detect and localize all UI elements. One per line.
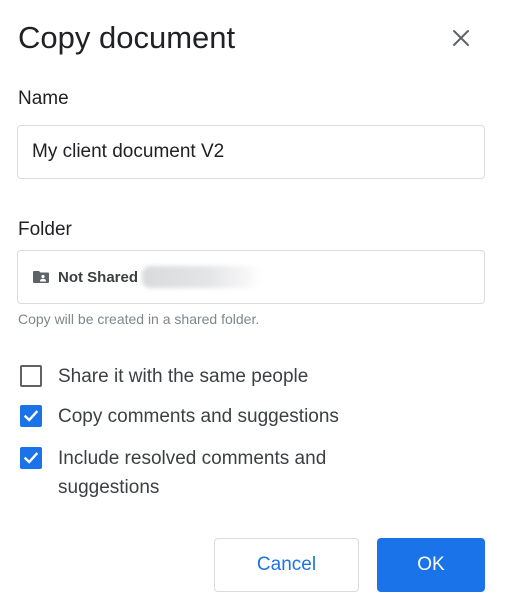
ok-button[interactable]: OK (377, 538, 485, 592)
close-icon (453, 30, 469, 46)
include-resolved-label: Include resolved comments and suggestion… (58, 448, 327, 498)
name-label: Name (18, 88, 69, 109)
folder-name: Not Shared (58, 268, 139, 286)
share-same-people-label: Share it with the same people (58, 366, 309, 387)
checkmark-icon (23, 410, 39, 422)
include-resolved-checkbox[interactable] (20, 447, 42, 469)
share-same-people-option[interactable]: Share it with the same people (20, 362, 418, 391)
folder-selector[interactable]: Not Shared (17, 250, 485, 304)
folder-helper-text: Copy will be created in a shared folder. (18, 311, 260, 327)
include-resolved-option[interactable]: Include resolved comments and suggestion… (20, 444, 418, 502)
copy-comments-label: Copy comments and suggestions (58, 406, 339, 427)
folder-label: Folder (18, 219, 72, 240)
shared-folder-icon (32, 270, 50, 284)
cancel-button[interactable]: Cancel (214, 538, 359, 592)
close-button[interactable] (446, 23, 476, 53)
copy-comments-option[interactable]: Copy comments and suggestions (20, 402, 418, 431)
dialog-title: Copy document (18, 20, 236, 55)
name-input[interactable] (17, 125, 485, 179)
checkmark-icon (23, 452, 39, 464)
share-same-people-checkbox[interactable] (20, 365, 42, 387)
copy-document-dialog: Copy document Name Folder Not Shared Cop… (0, 0, 512, 603)
redacted-folder-path (142, 266, 263, 288)
copy-comments-checkbox[interactable] (20, 405, 42, 427)
